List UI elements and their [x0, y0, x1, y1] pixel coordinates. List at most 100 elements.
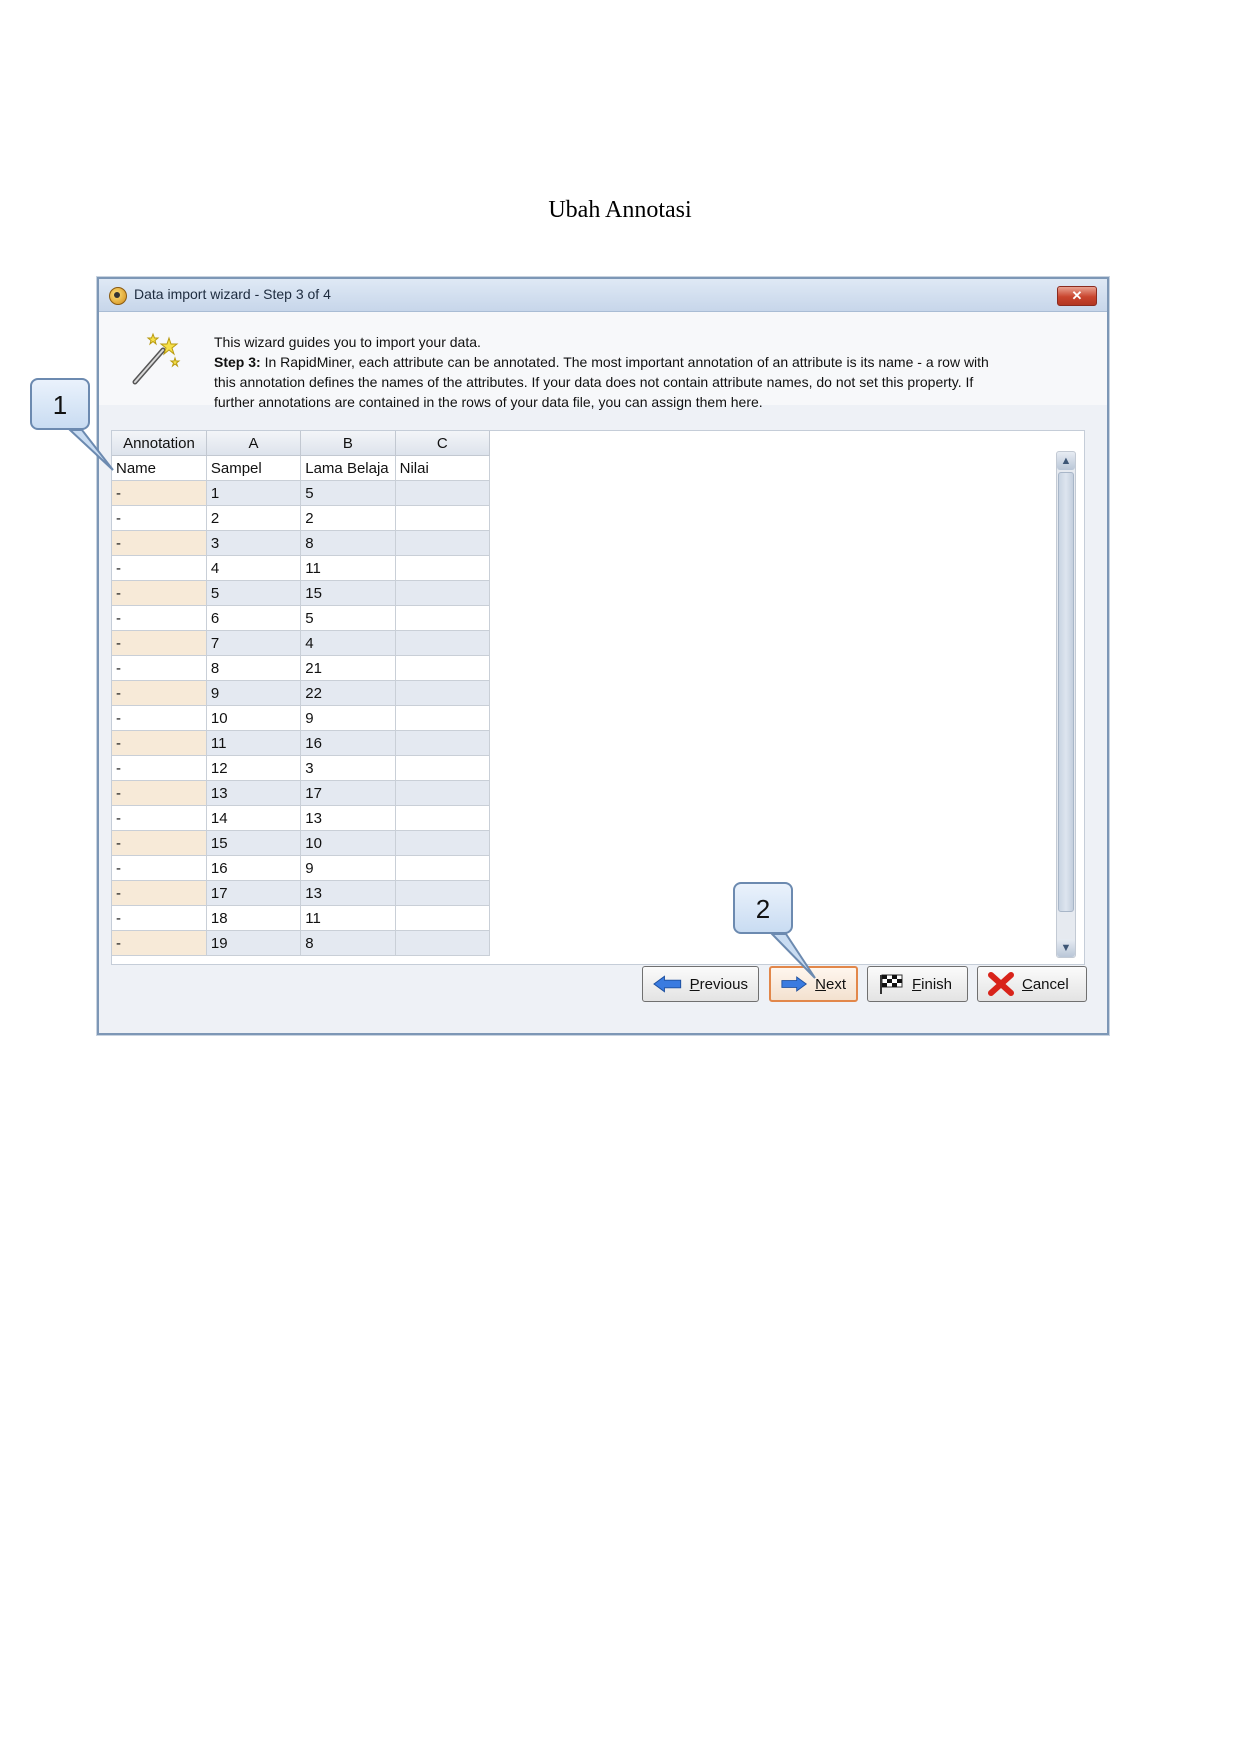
annotation-cell[interactable]: -: [112, 630, 207, 656]
annotation-cell[interactable]: -: [112, 730, 207, 756]
table-cell[interactable]: 11: [300, 905, 396, 931]
annotation-cell[interactable]: -: [112, 580, 207, 606]
column-header-annotation[interactable]: Annotation: [112, 431, 207, 456]
annotation-table: Annotation A B C Name Sampel Lama Belaja…: [112, 431, 491, 956]
scroll-up-icon[interactable]: ▲: [1057, 452, 1075, 470]
table-cell[interactable]: 4: [206, 555, 302, 581]
table-cell[interactable]: 19: [206, 930, 302, 956]
annotation-cell[interactable]: Name: [112, 455, 207, 481]
table-cell[interactable]: [395, 480, 491, 506]
annotation-cell[interactable]: -: [112, 655, 207, 681]
table-cell[interactable]: 16: [206, 855, 302, 881]
vertical-scrollbar[interactable]: ▲ ▼: [1056, 451, 1076, 958]
table-row: -18 11: [112, 905, 491, 931]
table-cell[interactable]: [395, 905, 491, 931]
table-cell[interactable]: [395, 555, 491, 581]
table-cell[interactable]: Lama Belaja: [300, 455, 396, 481]
previous-button[interactable]: Previous: [642, 966, 759, 1002]
table-cell[interactable]: 9: [300, 705, 396, 731]
annotation-cell[interactable]: -: [112, 805, 207, 831]
table-cell[interactable]: 17: [206, 880, 302, 906]
annotation-cell[interactable]: -: [112, 480, 207, 506]
table-cell[interactable]: 8: [206, 655, 302, 681]
table-cell[interactable]: 13: [206, 780, 302, 806]
table-cell[interactable]: 21: [300, 655, 396, 681]
next-label: Next: [815, 975, 846, 993]
intro-line-4: further annotations are contained in the…: [214, 394, 763, 410]
column-header-c[interactable]: C: [395, 431, 491, 456]
cancel-button[interactable]: Cancel: [977, 966, 1087, 1002]
table-cell[interactable]: 3: [206, 530, 302, 556]
annotation-cell[interactable]: -: [112, 855, 207, 881]
table-cell[interactable]: 13: [300, 880, 396, 906]
annotation-cell[interactable]: -: [112, 555, 207, 581]
annotation-cell[interactable]: -: [112, 680, 207, 706]
annotation-cell[interactable]: -: [112, 605, 207, 631]
table-cell[interactable]: 5: [300, 605, 396, 631]
table-cell[interactable]: 3: [300, 755, 396, 781]
table-cell[interactable]: [395, 805, 491, 831]
table-cell[interactable]: [395, 730, 491, 756]
table-cell[interactable]: [395, 680, 491, 706]
table-cell[interactable]: 17: [300, 780, 396, 806]
table-cell[interactable]: 11: [206, 730, 302, 756]
table-cell[interactable]: 14: [206, 805, 302, 831]
next-button[interactable]: Next: [769, 966, 858, 1002]
close-button[interactable]: ✕: [1057, 286, 1097, 306]
table-cell[interactable]: 5: [300, 480, 396, 506]
table-cell[interactable]: [395, 705, 491, 731]
annotation-cell[interactable]: -: [112, 905, 207, 931]
table-cell[interactable]: [395, 580, 491, 606]
table-cell[interactable]: 9: [300, 855, 396, 881]
table-cell[interactable]: [395, 880, 491, 906]
column-header-b[interactable]: B: [300, 431, 396, 456]
annotation-cell[interactable]: -: [112, 755, 207, 781]
annotation-cell[interactable]: -: [112, 505, 207, 531]
table-cell[interactable]: [395, 655, 491, 681]
table-cell[interactable]: 4: [300, 630, 396, 656]
table-cell[interactable]: [395, 930, 491, 956]
table-cell[interactable]: 15: [206, 830, 302, 856]
finish-button[interactable]: Finish: [867, 966, 968, 1002]
column-header-a[interactable]: A: [206, 431, 302, 456]
intro-line-2-text: In RapidMiner, each attribute can be ann…: [260, 354, 989, 370]
annotation-cell[interactable]: -: [112, 830, 207, 856]
table-cell[interactable]: [395, 630, 491, 656]
table-cell[interactable]: Sampel: [206, 455, 302, 481]
table-row: -10 9: [112, 705, 491, 731]
table-cell[interactable]: 16: [300, 730, 396, 756]
table-cell[interactable]: 2: [300, 505, 396, 531]
table-cell[interactable]: 13: [300, 805, 396, 831]
table-cell[interactable]: 10: [206, 705, 302, 731]
table-cell[interactable]: [395, 755, 491, 781]
table-cell[interactable]: [395, 505, 491, 531]
annotation-cell[interactable]: -: [112, 530, 207, 556]
table-cell[interactable]: 10: [300, 830, 396, 856]
annotation-cell[interactable]: -: [112, 780, 207, 806]
table-cell[interactable]: [395, 780, 491, 806]
table-cell[interactable]: [395, 855, 491, 881]
table-cell[interactable]: 1: [206, 480, 302, 506]
table-cell[interactable]: [395, 830, 491, 856]
table-cell[interactable]: 9: [206, 680, 302, 706]
table-cell[interactable]: 22: [300, 680, 396, 706]
table-cell[interactable]: 8: [300, 930, 396, 956]
table-cell[interactable]: 7: [206, 630, 302, 656]
table-cell[interactable]: 8: [300, 530, 396, 556]
title-bar[interactable]: Data import wizard - Step 3 of 4 ✕: [99, 279, 1107, 312]
table-cell[interactable]: 5: [206, 580, 302, 606]
table-cell[interactable]: [395, 605, 491, 631]
table-cell[interactable]: [395, 530, 491, 556]
table-cell[interactable]: 12: [206, 755, 302, 781]
annotation-cell[interactable]: -: [112, 880, 207, 906]
scroll-thumb[interactable]: [1058, 472, 1074, 912]
table-cell[interactable]: 15: [300, 580, 396, 606]
table-cell[interactable]: 11: [300, 555, 396, 581]
table-cell[interactable]: 2: [206, 505, 302, 531]
scroll-down-icon[interactable]: ▼: [1057, 939, 1075, 957]
table-cell[interactable]: 18: [206, 905, 302, 931]
annotation-cell[interactable]: -: [112, 930, 207, 956]
table-cell[interactable]: 6: [206, 605, 302, 631]
annotation-cell[interactable]: -: [112, 705, 207, 731]
table-cell[interactable]: Nilai: [395, 455, 491, 481]
